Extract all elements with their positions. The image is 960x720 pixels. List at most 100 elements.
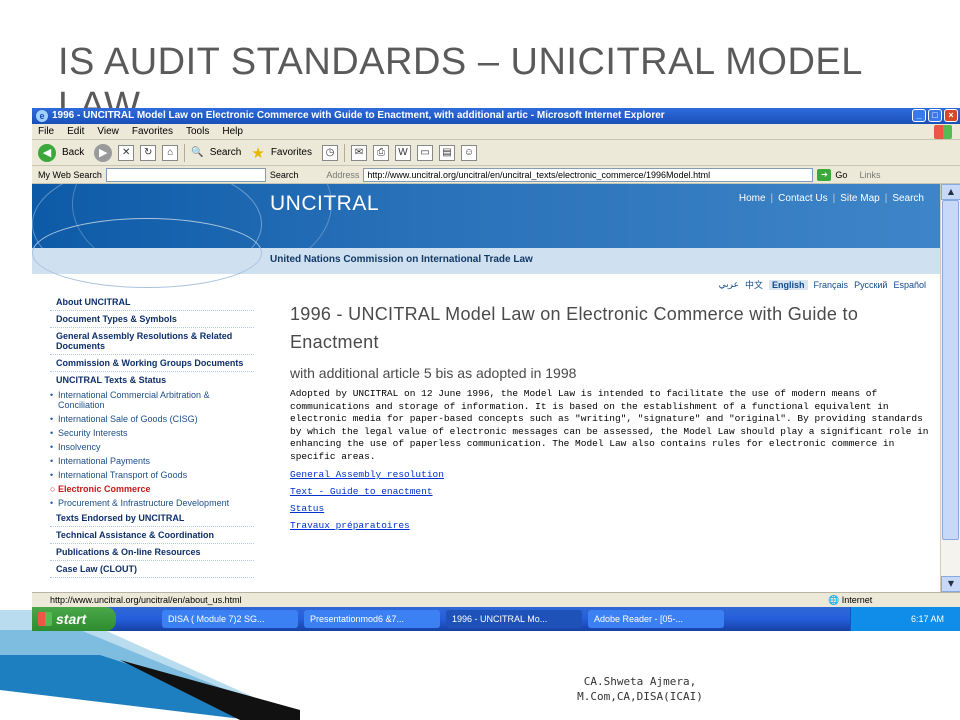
lang-english[interactable]: English	[769, 279, 808, 290]
edit-icon[interactable]: W	[394, 144, 411, 161]
taskbar-item-adobe[interactable]: Adobe Reader - [05-...	[588, 610, 724, 628]
menu-file[interactable]: File	[38, 124, 54, 139]
sidebar-sub-procurement[interactable]: • Procurement & Infrastructure Developmen…	[50, 496, 254, 510]
bullet-active-icon: ○	[50, 484, 56, 494]
taskbar-item-disa[interactable]: DISA ( Module 7)2 SG...	[162, 610, 298, 628]
link-text-guide[interactable]: Text - Guide to enactment	[290, 486, 930, 497]
mail-icon[interactable]: ✉	[350, 144, 367, 161]
nav-search[interactable]: Search	[892, 193, 924, 204]
bullet-icon: •	[50, 470, 54, 480]
go-arrow-icon[interactable]: ➔	[817, 168, 832, 181]
menu-bar: File Edit View Favorites Tools Help	[32, 124, 960, 140]
links-label[interactable]: Links	[859, 170, 880, 180]
footer-line-2: M.Com,CA,DISA(ICAI)	[577, 690, 703, 703]
vertical-scrollbar[interactable]: ▲ ▼	[940, 184, 960, 592]
windows-flag-icon	[38, 612, 52, 626]
web-page: UNCITRAL Home | Contact Us | Site Map | …	[32, 184, 940, 592]
nav-contact-us[interactable]: Contact Us	[778, 193, 827, 204]
sidebar-sub-cisg[interactable]: • International Sale of Goods (CISG)	[50, 412, 254, 426]
messenger-icon[interactable]: ☺	[460, 144, 477, 161]
sidebar-sub-electronic-commerce[interactable]: ○ Electronic Commerce	[50, 482, 254, 496]
scroll-thumb[interactable]	[942, 200, 959, 540]
status-zone-label: Internet	[841, 595, 873, 605]
lang-chinese[interactable]: 中文	[745, 278, 763, 291]
lang-spanish[interactable]: Español	[893, 280, 926, 290]
sidebar-item-ga-resolutions[interactable]: General Assembly Resolutions & Related D…	[50, 328, 254, 355]
menu-tools[interactable]: Tools	[186, 124, 209, 139]
sidebar-item-commission-docs[interactable]: Commission & Working Groups Documents	[50, 355, 254, 372]
minimize-button[interactable]: _	[912, 109, 926, 122]
sidebar-item-technical-assistance[interactable]: Technical Assistance & Coordination	[50, 527, 254, 544]
toolbar-separator	[184, 143, 186, 162]
print-icon[interactable]: ⎙	[372, 144, 389, 161]
bullet-icon: •	[50, 456, 54, 466]
menu-edit[interactable]: Edit	[67, 124, 84, 139]
search-button[interactable]: Search	[210, 147, 242, 158]
sidebar-sub-label: International Commercial Arbitration & C…	[58, 390, 210, 410]
folder-icon[interactable]: ▭	[416, 144, 433, 161]
menu-help[interactable]: Help	[222, 124, 243, 139]
window-controls: _ □ ×	[912, 109, 958, 122]
start-label: start	[56, 611, 87, 627]
sidebar-sub-arbitration[interactable]: • International Commercial Arbitration & …	[50, 388, 254, 412]
globe-graphic-3	[32, 218, 262, 288]
footer-line-1: CA.Shweta Ajmera,	[583, 675, 697, 688]
search-icon[interactable]: 🔍	[191, 147, 203, 158]
taskbar-item-presentation[interactable]: Presentationmod6 &7...	[304, 610, 440, 628]
main-content: 1996 - UNCITRAL Model Law on Electronic …	[290, 300, 930, 531]
go-button[interactable]: Go	[835, 170, 847, 180]
research-icon[interactable]: ▤	[438, 144, 455, 161]
language-bar: عربي 中文 English Français Русский Español	[719, 278, 926, 291]
sidebar-sub-security[interactable]: • Security Interests	[50, 426, 254, 440]
menu-favorites[interactable]: Favorites	[132, 124, 173, 139]
forward-arrow-icon[interactable]: ▶	[94, 143, 113, 162]
link-travaux[interactable]: Travaux préparatoires	[290, 520, 930, 531]
nav-site-map[interactable]: Site Map	[840, 193, 879, 204]
link-status[interactable]: Status	[290, 503, 930, 514]
lang-arabic[interactable]: عربي	[719, 279, 739, 290]
site-logo[interactable]: UNCITRAL	[270, 192, 379, 216]
start-button[interactable]: start	[32, 607, 116, 631]
refresh-icon[interactable]: ↻	[140, 144, 157, 161]
bullet-icon: •	[50, 390, 54, 400]
back-button[interactable]: Back	[62, 147, 84, 158]
sidebar-item-document-types[interactable]: Document Types & Symbols	[50, 311, 254, 328]
lang-russian[interactable]: Русский	[854, 280, 887, 290]
address-input[interactable]: http://www.uncitral.org/uncitral/en/unci…	[363, 167, 814, 182]
favorites-button[interactable]: Favorites	[271, 147, 312, 158]
web-search-input[interactable]	[105, 167, 266, 182]
sidebar-item-texts-status[interactable]: UNCITRAL Texts & Status	[50, 372, 254, 388]
taskbar: start DISA ( Module 7)2 SG... Presentati…	[32, 607, 960, 631]
home-icon[interactable]: ⌂	[162, 144, 179, 161]
address-label: Address	[326, 169, 360, 180]
page-heading: 1996 - UNCITRAL Model Law on Electronic …	[290, 304, 859, 352]
system-tray: 6:17 AM	[850, 607, 960, 631]
history-icon[interactable]: ◷	[321, 144, 338, 161]
close-button[interactable]: ×	[944, 109, 958, 122]
stop-icon[interactable]: ✕	[118, 144, 135, 161]
back-arrow-icon[interactable]: ◀	[38, 143, 56, 162]
address-bar-row: My Web Search Search Address http://www.…	[32, 166, 960, 184]
sidebar-item-case-law[interactable]: Case Law (CLOUT)	[50, 561, 254, 578]
link-ga-resolution[interactable]: General Assembly resolution	[290, 469, 930, 480]
nav-home[interactable]: Home	[739, 193, 766, 204]
favorites-star-icon[interactable]: ★	[251, 144, 264, 162]
sidebar-sub-label: Procurement & Infrastructure Development	[58, 498, 230, 508]
scroll-up-icon[interactable]: ▲	[941, 184, 960, 200]
taskbar-item-uncitral[interactable]: 1996 - UNCITRAL Mo...	[446, 610, 582, 628]
sidebar-item-publications[interactable]: Publications & On-line Resources	[50, 544, 254, 561]
scroll-down-icon[interactable]: ▼	[941, 576, 960, 592]
sidebar-sub-label: Insolvency	[58, 442, 101, 452]
lang-french[interactable]: Français	[814, 280, 849, 290]
sidebar-sub-payments[interactable]: • International Payments	[50, 454, 254, 468]
sidebar-sub-transport[interactable]: • International Transport of Goods	[50, 468, 254, 482]
sidebar-nav: About UNCITRAL Document Types & Symbols …	[50, 294, 254, 578]
nav-separator: |	[832, 193, 836, 204]
web-search-button[interactable]: Search	[270, 170, 299, 180]
sidebar-item-about[interactable]: About UNCITRAL	[50, 294, 254, 311]
sidebar-sub-insolvency[interactable]: • Insolvency	[50, 440, 254, 454]
sidebar-sub-label: Electronic Commerce	[58, 484, 151, 494]
sidebar-item-texts-endorsed[interactable]: Texts Endorsed by UNCITRAL	[50, 510, 254, 527]
maximize-button[interactable]: □	[928, 109, 942, 122]
menu-view[interactable]: View	[97, 124, 119, 139]
